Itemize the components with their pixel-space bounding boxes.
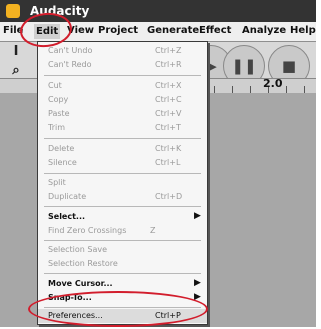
menu-separator <box>44 75 201 76</box>
menu-generate[interactable]: Generate <box>147 25 199 36</box>
menu-item-selection-save[interactable]: Selection Save <box>38 243 207 257</box>
zoom-tool-icon[interactable]: ⌕ <box>9 64 23 78</box>
menu-separator <box>44 173 201 174</box>
menu-item-delete[interactable]: Delete Ctrl+K <box>38 142 207 156</box>
ruler-tick <box>286 86 287 93</box>
menu-separator <box>44 273 201 274</box>
menu-item-copy[interactable]: Copy Ctrl+C <box>38 93 207 107</box>
menu-help[interactable]: Help <box>290 25 316 36</box>
menu-item-redo[interactable]: Can't Redo Ctrl+R <box>38 58 207 72</box>
menu-effect[interactable]: Effect <box>199 25 231 36</box>
menu-item-cut[interactable]: Cut Ctrl+X <box>38 79 207 93</box>
menu-item-undo[interactable]: Can't Undo Ctrl+Z <box>38 44 207 58</box>
menu-project[interactable]: Project <box>98 25 138 36</box>
menu-separator <box>44 206 201 207</box>
menu-analyze[interactable]: Analyze <box>242 25 286 36</box>
annotation-circle-preferences <box>28 291 208 327</box>
app-icon <box>6 4 20 18</box>
menu-separator <box>44 138 201 139</box>
submenu-arrow-icon: ▶ <box>194 211 201 221</box>
menu-item-find-zero-crossings[interactable]: Find Zero Crossings Z <box>38 224 207 238</box>
menu-item-move-cursor[interactable]: Move Cursor... ▶ <box>38 277 207 291</box>
selection-tool-icon[interactable]: I <box>9 45 23 59</box>
menu-item-select[interactable]: Select... ▶ <box>38 210 207 224</box>
menu-item-duplicate[interactable]: Duplicate Ctrl+D <box>38 190 207 204</box>
submenu-arrow-icon: ▶ <box>194 278 201 288</box>
ruler-label: 2.0 <box>263 77 283 90</box>
menu-item-trim[interactable]: Trim Ctrl+T <box>38 121 207 135</box>
ruler-tick <box>304 86 305 93</box>
menu-item-selection-restore[interactable]: Selection Restore <box>38 257 207 271</box>
ruler-tick <box>250 86 251 93</box>
audacity-window: Audacity File Edit View Project Generate… <box>0 0 316 327</box>
edit-menu-dropdown: Can't Undo Ctrl+Z Can't Redo Ctrl+R Cut … <box>37 41 208 325</box>
menu-item-paste[interactable]: Paste Ctrl+V <box>38 107 207 121</box>
menu-separator <box>44 240 201 241</box>
ruler-tick <box>214 86 215 93</box>
menu-item-silence[interactable]: Silence Ctrl+L <box>38 156 207 170</box>
menu-item-split[interactable]: Split <box>38 176 207 190</box>
ruler-tick <box>232 86 233 93</box>
